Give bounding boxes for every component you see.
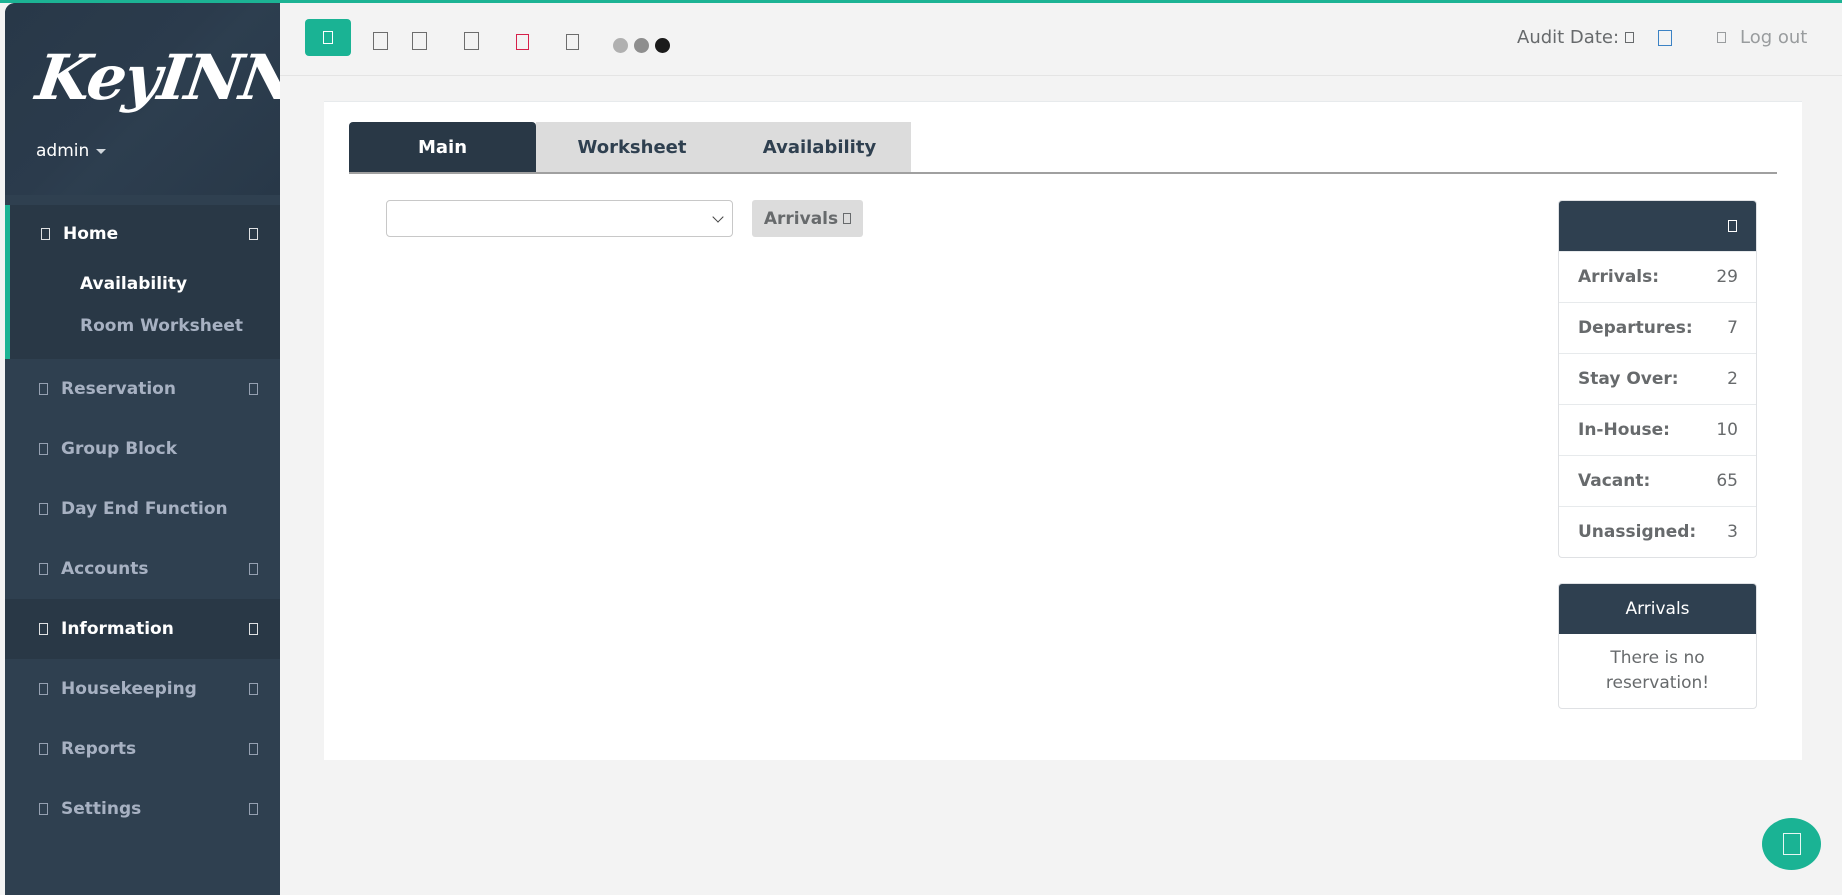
stat-value: 29 (1716, 267, 1738, 287)
audit-date-icon (1625, 32, 1635, 43)
copy-icon[interactable] (412, 32, 427, 50)
chat-button[interactable] (1762, 818, 1821, 870)
sidebar-item-day-end-function[interactable]: Day End Function (5, 479, 280, 539)
stat-label: Arrivals: (1578, 267, 1660, 287)
chevron-icon (249, 683, 258, 695)
sidebar-item-label: Home (63, 224, 119, 244)
user-name: admin (36, 141, 90, 161)
group-icon (39, 443, 48, 455)
sidebar-item-label: Settings (61, 799, 142, 819)
sidebar-item-label: Housekeeping (61, 679, 197, 699)
sidebar-section-home: Home Availability Room Worksheet (5, 205, 280, 359)
logo-area: KeyINN admin (5, 3, 280, 195)
theme-switcher (613, 38, 670, 53)
chevron-icon (249, 383, 258, 395)
chevron-icon (249, 563, 258, 575)
sidebar-item-group-block[interactable]: Group Block (5, 419, 280, 479)
chevron-down-icon (712, 211, 724, 223)
theme-dot-medium[interactable] (634, 38, 649, 53)
chevron-icon (249, 228, 258, 240)
sidebar-item-information[interactable]: Information (5, 599, 280, 659)
day-end-icon (39, 503, 48, 515)
logout-link[interactable]: Log out (1717, 27, 1807, 48)
stat-row-in-house: In-House: 10 (1559, 404, 1756, 455)
settings-icon (39, 803, 48, 815)
menu-toggle-icon (323, 31, 333, 44)
stat-label: Stay Over: (1578, 369, 1679, 389)
stat-label: Vacant: (1578, 471, 1651, 491)
stats-card: Arrivals: 29 Departures: 7 Stay Over: 2 … (1558, 200, 1757, 558)
chevron-icon (249, 623, 258, 635)
accounts-icon (39, 563, 48, 575)
main-panel: Main Worksheet Availability Arrivals Arr… (324, 101, 1802, 760)
arrivals-card-title: Arrivals (1559, 584, 1756, 634)
calendar-icon[interactable] (1658, 30, 1672, 46)
audit-date-label: Audit Date: (1517, 27, 1620, 48)
document-icon[interactable] (373, 32, 388, 50)
home-icon (41, 228, 50, 240)
sidebar-item-home[interactable]: Home (10, 205, 280, 263)
stat-label: Departures: (1578, 318, 1693, 338)
tab-worksheet[interactable]: Worksheet (536, 122, 728, 172)
sidebar-subitem-availability[interactable]: Availability (10, 263, 280, 305)
stat-value: 2 (1727, 369, 1738, 389)
sidebar: KeyINN admin Home Availability Room Work… (5, 3, 280, 895)
stats-card-header (1559, 201, 1756, 251)
housekeeping-icon (39, 683, 48, 695)
chevron-icon (249, 743, 258, 755)
logout-label: Log out (1740, 27, 1808, 48)
arrivals-button-label: Arrivals (763, 208, 839, 229)
stat-label: Unassigned: (1578, 522, 1697, 542)
sidebar-item-settings[interactable]: Settings (5, 779, 280, 839)
arrivals-button[interactable]: Arrivals (752, 200, 863, 237)
arrivals-card: Arrivals There is no reservation! (1558, 583, 1757, 709)
filter-select[interactable] (386, 200, 733, 237)
reports-icon (39, 743, 48, 755)
tab-main[interactable]: Main (349, 122, 536, 172)
caret-down-icon (96, 148, 107, 154)
stat-value: 10 (1716, 420, 1738, 440)
audit-date: Audit Date: (1517, 27, 1635, 48)
arrivals-button-icon (843, 213, 852, 224)
info-icon (39, 623, 48, 635)
sidebar-subitem-room-worksheet[interactable]: Room Worksheet (10, 305, 280, 347)
sidebar-item-label: Group Block (61, 439, 178, 459)
sidebar-item-label: Reports (61, 739, 137, 759)
sidebar-item-housekeeping[interactable]: Housekeeping (5, 659, 280, 719)
stat-row-arrivals: Arrivals: 29 (1559, 251, 1756, 302)
sidebar-item-label: Day End Function (61, 499, 228, 519)
top-header: Audit Date: Log out (280, 3, 1842, 76)
stat-row-stay-over: Stay Over: 2 (1559, 353, 1756, 404)
theme-dot-light[interactable] (613, 38, 628, 53)
arrivals-empty-message: There is no reservation! (1605, 648, 1710, 693)
stat-row-unassigned: Unassigned: 3 (1559, 506, 1756, 557)
sidebar-item-label: Reservation (61, 379, 176, 399)
stats-refresh-icon[interactable] (1728, 220, 1737, 232)
stat-value: 3 (1727, 522, 1738, 542)
theme-dot-dark[interactable] (655, 38, 670, 53)
reservation-icon (39, 383, 48, 395)
stat-value: 65 (1716, 471, 1738, 491)
tab-availability[interactable]: Availability (728, 122, 911, 172)
file-icon[interactable] (566, 34, 579, 50)
stat-row-vacant: Vacant: 65 (1559, 455, 1756, 506)
sidebar-item-accounts[interactable]: Accounts (5, 539, 280, 599)
chat-icon (1782, 833, 1801, 855)
sidebar-item-reports[interactable]: Reports (5, 719, 280, 779)
chevron-icon (249, 803, 258, 815)
sidebar-item-label: Information (61, 619, 174, 639)
bookmark-icon[interactable] (516, 34, 529, 50)
menu-toggle-button[interactable] (305, 19, 351, 56)
sidebar-item-label: Accounts (61, 559, 149, 579)
sidebar-item-reservation[interactable]: Reservation (5, 359, 280, 419)
print-icon[interactable] (464, 32, 479, 50)
stat-label: In-House: (1578, 420, 1670, 440)
stat-row-departures: Departures: 7 (1559, 302, 1756, 353)
stat-value: 7 (1727, 318, 1738, 338)
brand-logo: KeyINN (31, 41, 280, 114)
sign-out-icon (1717, 32, 1726, 43)
user-menu[interactable]: admin (36, 141, 107, 161)
main-tabs: Main Worksheet Availability (349, 122, 1777, 174)
